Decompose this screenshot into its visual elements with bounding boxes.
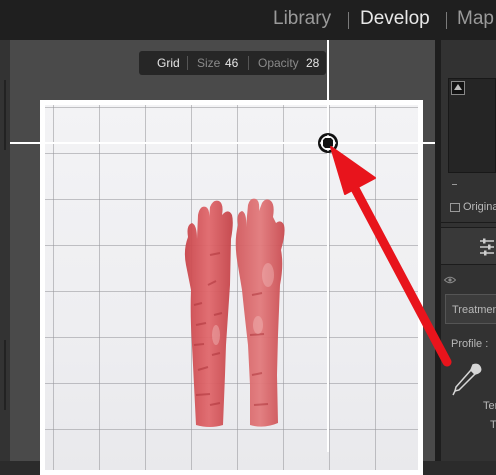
treatment-label[interactable]: Treatmen: [452, 304, 496, 316]
white-balance-eyedropper-icon[interactable]: [451, 362, 483, 398]
grid-opacity-label[interactable]: Opacity: [258, 56, 299, 70]
toolbar-separator: [187, 56, 188, 70]
basic-panel-button[interactable]: [441, 227, 496, 265]
panel-divider: [441, 222, 496, 223]
basic-sliders-icon: [480, 238, 494, 256]
original-photo-checkbox[interactable]: [450, 203, 460, 212]
horizontal-guide-line[interactable]: [10, 142, 435, 144]
tint-label: T: [490, 419, 496, 431]
module-map[interactable]: Map: [457, 8, 494, 30]
profile-label: Profile :: [451, 338, 489, 350]
red-gloves-image: [184, 198, 285, 427]
module-separator: [446, 12, 447, 29]
grid-size-label[interactable]: Size: [197, 56, 220, 70]
gutter-tick: [4, 340, 6, 410]
toolbar-separator: [248, 56, 249, 70]
module-picker: Library Develop Map: [0, 0, 496, 40]
original-photo-label: Origina: [463, 201, 496, 213]
module-library[interactable]: Library: [273, 8, 331, 30]
module-separator: [348, 12, 349, 29]
grid-opacity-value[interactable]: 28: [306, 56, 319, 70]
grid-size-value[interactable]: 46: [225, 56, 238, 70]
grid-overlay-title: Grid: [157, 56, 180, 70]
visibility-eye-icon[interactable]: [444, 276, 456, 284]
grid-overlay-toolbar[interactable]: Grid Size 46 Opacity 28: [139, 51, 326, 75]
temp-label: Ter: [483, 400, 496, 412]
loupe-workspace[interactable]: [10, 40, 435, 475]
grid-handle-icon[interactable]: [318, 133, 338, 153]
histogram-readout-dash: [452, 184, 457, 185]
photo-canvas[interactable]: [40, 100, 423, 475]
vertical-guide-line[interactable]: [327, 40, 329, 452]
clipping-triangle: [454, 84, 462, 90]
module-develop[interactable]: Develop: [360, 8, 430, 30]
gutter-tick: [4, 80, 6, 150]
